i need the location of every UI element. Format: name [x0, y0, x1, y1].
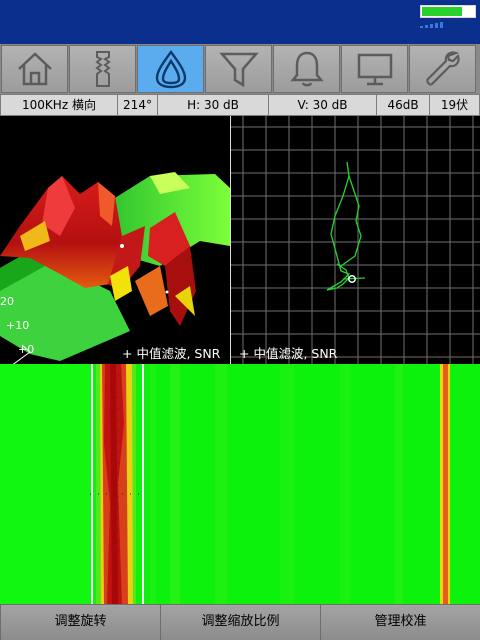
probe-button[interactable] — [69, 45, 136, 93]
surface-3d-image: 20 +10 +0 — [0, 172, 230, 364]
plot-3d-caption: + 中值滤波, SNR — [122, 346, 221, 361]
calibrate-button[interactable]: 管理校准 — [321, 605, 480, 640]
axis-label-10: +10 — [6, 319, 29, 332]
plot-2d-view[interactable]: + 中值滤波, SNR — [231, 116, 480, 364]
monitor-button[interactable] — [341, 45, 408, 93]
rotate-button[interactable]: 调整旋转 — [1, 605, 160, 640]
h-gain-readout: H: 30 dB — [158, 95, 268, 115]
axis-label-20: 20 — [0, 295, 14, 308]
scale-button[interactable]: 调整缩放比例 — [161, 605, 320, 640]
axis-label-0: +0 — [18, 343, 34, 356]
probe-icon — [94, 51, 111, 87]
waterfall-image — [0, 364, 480, 604]
status-bar — [0, 0, 480, 44]
plot-3d-view[interactable]: 20 +10 +0 + 中值滤波, SNR — [0, 116, 230, 364]
monitor-icon — [357, 53, 392, 86]
total-gain-readout: 46dB — [377, 95, 429, 115]
bottom-toolbar: 调整旋转 调整缩放比例 管理校准 — [0, 604, 480, 640]
filter-button[interactable] — [205, 45, 272, 93]
wrench-icon — [425, 51, 460, 86]
impedance-plot — [231, 116, 480, 364]
angle-readout: 214° — [118, 95, 157, 115]
drop-button[interactable] — [137, 45, 204, 93]
toolbar — [0, 44, 480, 94]
bell-button[interactable] — [273, 45, 340, 93]
v-gain-readout: V: 30 dB — [269, 95, 376, 115]
home-button[interactable] — [1, 45, 68, 93]
voltage-readout: 19伏 — [430, 95, 479, 115]
bell-icon — [289, 51, 324, 87]
battery-icon — [420, 5, 476, 18]
filter-icon — [218, 52, 259, 88]
drop-icon — [155, 49, 186, 89]
plot-2d-caption: + 中值滤波, SNR — [239, 346, 338, 361]
info-bar: 100KHz 横向 214° H: 30 dB V: 30 dB 46dB 19… — [0, 94, 480, 116]
waterfall-display[interactable] — [0, 364, 480, 604]
signal-icon — [420, 22, 448, 28]
frequency-readout: 100KHz 横向 — [1, 95, 117, 115]
wrench-button[interactable] — [409, 45, 476, 93]
home-icon — [17, 52, 52, 86]
